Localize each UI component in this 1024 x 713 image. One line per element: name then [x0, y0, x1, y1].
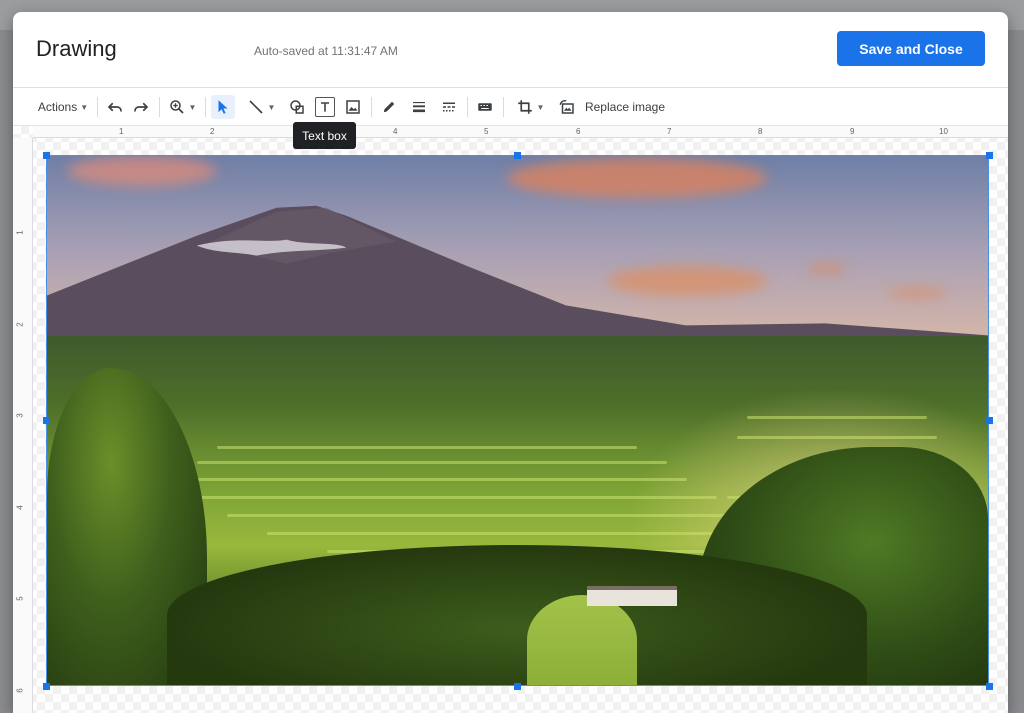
undo-icon [107, 102, 122, 112]
image-terrace [267, 532, 747, 535]
line-weight-icon [413, 101, 425, 113]
text-box-button[interactable] [315, 97, 335, 117]
ruler-label: 1 [119, 127, 124, 136]
resize-handle-bottom-left[interactable] [43, 683, 50, 690]
pen-icon [383, 101, 395, 113]
crop-button[interactable]: ▼ [509, 95, 551, 119]
ruler-label: 3 [15, 413, 25, 418]
image-house [587, 586, 677, 606]
ruler-label: 4 [393, 127, 398, 136]
line-icon [248, 100, 263, 114]
text-box-icon [321, 102, 329, 112]
resize-handle-top-right[interactable] [986, 152, 993, 159]
ruler-label: 2 [15, 322, 25, 327]
resize-handle-left[interactable] [43, 417, 50, 424]
resize-handle-top-left[interactable] [43, 152, 50, 159]
line-dash-icon [443, 102, 455, 112]
zoom-button[interactable]: ▼ [165, 95, 199, 119]
shape-icon [290, 100, 304, 114]
save-and-close-button[interactable]: Save and Close [837, 31, 985, 66]
image-icon [346, 100, 360, 114]
actions-label: Actions [37, 100, 78, 114]
ruler-label: 7 [667, 127, 672, 136]
image-terrace [197, 496, 717, 499]
ruler-label: 6 [15, 688, 25, 693]
image-terrace [187, 478, 687, 481]
chevron-down-icon: ▼ [80, 102, 89, 112]
redo-button[interactable] [129, 95, 153, 119]
ruler-label: 6 [576, 127, 581, 136]
select-tool-button[interactable] [211, 95, 235, 119]
image-terrace [737, 436, 937, 439]
image-field-path [527, 595, 637, 685]
redo-icon [134, 102, 149, 112]
ruler-label: 9 [850, 127, 855, 136]
text-box-tooltip: Text box [293, 122, 356, 149]
border-weight-button[interactable] [407, 95, 431, 119]
resize-handle-bottom-right[interactable] [986, 683, 993, 690]
ruler-label: 10 [939, 127, 948, 136]
resize-handle-right[interactable] [986, 417, 993, 424]
toolbar-divider [97, 97, 98, 117]
autosave-status: Auto-saved at 11:31:47 AM [254, 44, 398, 58]
image-trees-bottom [167, 545, 867, 685]
toolbar-divider [371, 97, 372, 117]
image-terrace [197, 461, 667, 464]
toolbar-divider [467, 97, 468, 117]
ruler-label: 5 [15, 596, 25, 601]
drawing-dialog: Drawing Auto-saved at 11:31:47 AM Save a… [13, 12, 1008, 713]
chevron-down-icon: ▼ [536, 102, 545, 112]
drawing-toolbar: Actions ▼ ▼ ▼ ▼ Replace image [13, 88, 1008, 126]
toolbar-divider [503, 97, 504, 117]
image-terrace [747, 416, 927, 419]
reset-image-button[interactable] [555, 95, 579, 119]
ruler-label: 5 [484, 127, 489, 136]
ruler-label: 1 [15, 230, 25, 235]
reset-image-icon [559, 100, 574, 114]
select-icon [218, 100, 228, 114]
vertical-ruler: 1 2 3 4 5 6 [13, 138, 33, 713]
selected-image[interactable] [46, 155, 989, 686]
toolbar-divider [159, 97, 160, 117]
border-color-button[interactable] [377, 95, 401, 119]
crop-icon [517, 100, 532, 114]
line-tool-button[interactable]: ▼ [241, 95, 281, 119]
alt-text-button[interactable] [473, 95, 497, 119]
image-terrace [217, 446, 637, 449]
ruler-label: 2 [210, 127, 215, 136]
dialog-header: Drawing Auto-saved at 11:31:47 AM Save a… [13, 12, 1008, 88]
border-dash-button[interactable] [437, 95, 461, 119]
replace-image-button[interactable]: Replace image [583, 95, 667, 119]
chevron-down-icon: ▼ [188, 102, 197, 112]
shape-tool-button[interactable] [285, 95, 309, 119]
toolbar-divider [205, 97, 206, 117]
replace-image-label: Replace image [584, 100, 666, 114]
dialog-title: Drawing [36, 36, 117, 61]
ruler-label: 8 [758, 127, 763, 136]
resize-handle-top[interactable] [514, 152, 521, 159]
zoom-icon [169, 100, 184, 114]
ruler-label: 4 [15, 505, 25, 510]
chevron-down-icon: ▼ [267, 102, 276, 112]
undo-button[interactable] [103, 95, 127, 119]
actions-menu[interactable]: Actions ▼ [35, 95, 91, 119]
alt-text-icon [478, 103, 492, 111]
horizontal-ruler: 1 2 3 4 5 6 7 8 9 10 [33, 126, 1008, 138]
resize-handle-bottom[interactable] [514, 683, 521, 690]
image-terrace [227, 514, 747, 517]
image-tool-button[interactable] [341, 95, 365, 119]
